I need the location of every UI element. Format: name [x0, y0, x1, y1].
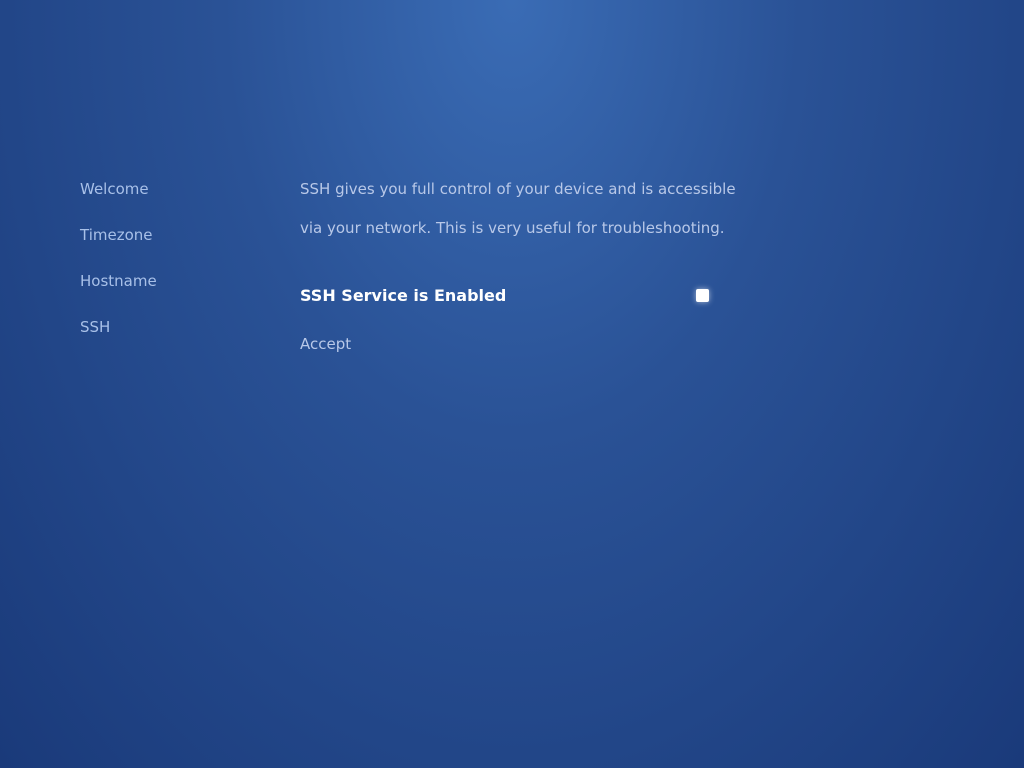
setup-sidebar: Welcome Timezone Hostname SSH: [80, 180, 250, 353]
content-pane: SSH gives you full control of your devic…: [250, 180, 736, 353]
sidebar-item-ssh[interactable]: SSH: [80, 318, 250, 336]
ssh-description: SSH gives you full control of your devic…: [300, 170, 736, 248]
ssh-toggle-row[interactable]: SSH Service is Enabled: [300, 286, 736, 305]
ssh-toggle-checkbox[interactable]: [696, 289, 709, 302]
accept-button[interactable]: Accept: [300, 335, 736, 353]
description-line-2: via your network. This is very useful fo…: [300, 209, 736, 248]
sidebar-item-hostname[interactable]: Hostname: [80, 272, 250, 290]
sidebar-item-welcome[interactable]: Welcome: [80, 180, 250, 198]
setup-screen: Welcome Timezone Hostname SSH SSH gives …: [0, 0, 1024, 353]
ssh-toggle-label: SSH Service is Enabled: [300, 286, 506, 305]
sidebar-item-timezone[interactable]: Timezone: [80, 226, 250, 244]
description-line-1: SSH gives you full control of your devic…: [300, 170, 736, 209]
